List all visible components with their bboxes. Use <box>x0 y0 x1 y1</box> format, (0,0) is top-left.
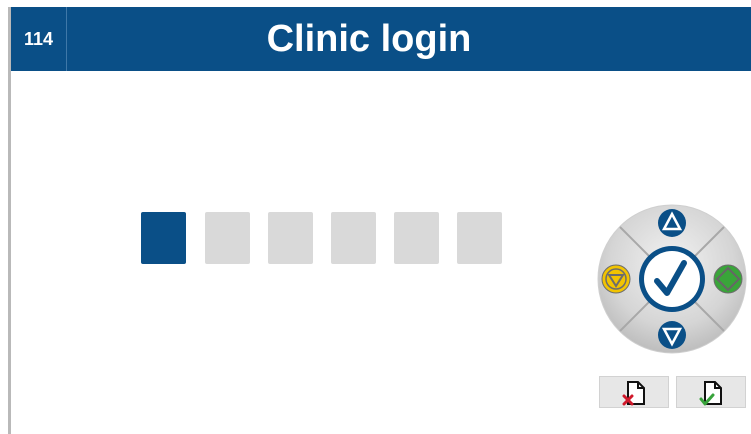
up-button[interactable] <box>658 209 686 237</box>
navigation-wheel[interactable] <box>596 203 748 355</box>
document-check-icon <box>699 381 722 406</box>
document-x-icon <box>622 381 645 406</box>
down-button[interactable] <box>658 321 686 349</box>
pin-digit-2 <box>205 212 250 264</box>
cancel-document-button[interactable] <box>599 376 669 408</box>
screen-number: 114 <box>11 7 67 71</box>
page-title: Clinic login <box>266 18 472 60</box>
confirm-document-button[interactable] <box>676 376 746 408</box>
pin-digit-3 <box>268 212 313 264</box>
pin-digit-5 <box>394 212 439 264</box>
right-button[interactable] <box>713 264 743 294</box>
confirm-center-button[interactable] <box>639 246 705 312</box>
pin-digit-4 <box>331 212 376 264</box>
pin-entry[interactable] <box>141 212 507 266</box>
clinic-login-screen: 114 Clinic login <box>0 0 751 434</box>
pin-digit-1 <box>141 212 186 264</box>
left-button[interactable] <box>601 264 631 294</box>
top-strip <box>0 0 751 7</box>
left-border <box>8 7 11 434</box>
pin-digit-6 <box>457 212 502 264</box>
